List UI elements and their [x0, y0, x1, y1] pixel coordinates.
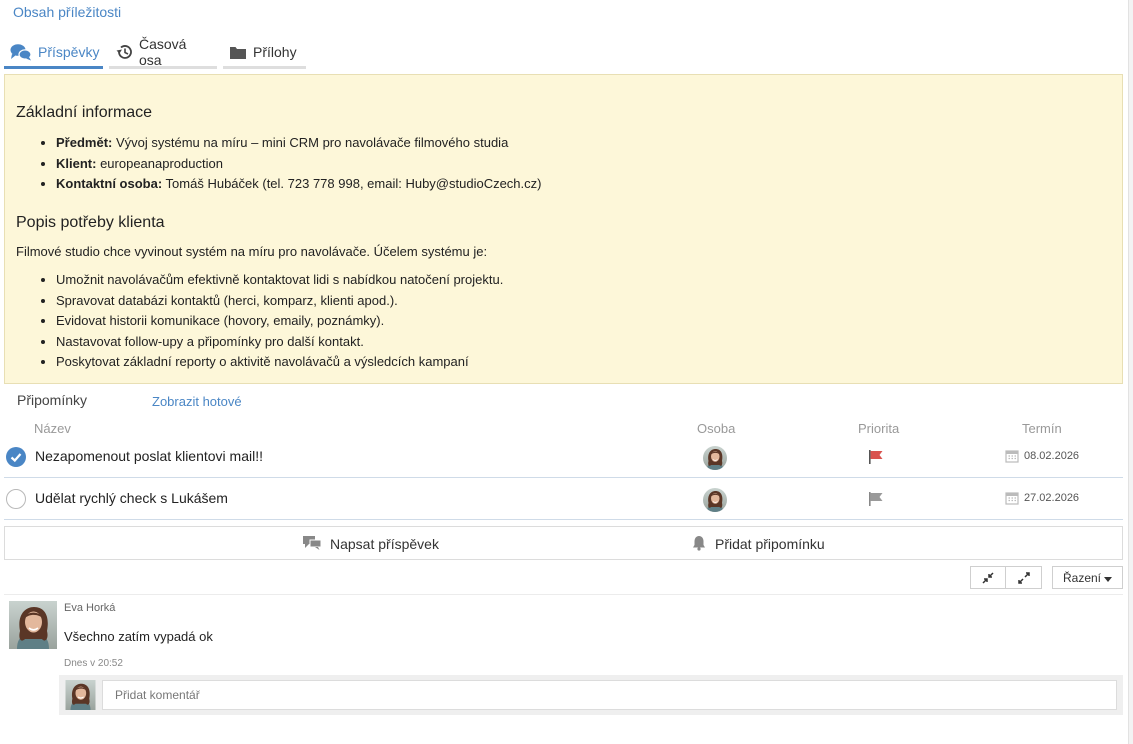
scrollbar[interactable] — [1128, 0, 1133, 744]
tab-timeline-label: Časová osa — [139, 36, 187, 68]
needs-item: Umožnit navolávačům efektivně kontaktova… — [56, 270, 503, 291]
comment-avatar — [65, 680, 96, 710]
page-title: Obsah příležitosti — [13, 4, 122, 20]
needs-item: Poskytovat základní reporty o aktivitě n… — [56, 352, 503, 373]
post-timestamp: Dnes v 20:52 — [64, 658, 123, 669]
check-icon — [10, 453, 22, 463]
column-header-priority: Priorita — [858, 421, 900, 436]
tab-attachments-label: Přílohy — [253, 44, 297, 60]
needs-heading: Popis potřeby klienta — [16, 214, 165, 231]
due-date: 08.02.2026 — [1024, 450, 1080, 462]
expand-button[interactable] — [1005, 566, 1042, 589]
reminder-title[interactable]: Nezapomenout poslat klientovi mail!! — [35, 448, 263, 464]
add-reminder-label: Přidat připomínku — [715, 536, 825, 552]
reminder-row[interactable]: Udělat rychlý check s Lukášem 27.02.2026 — [4, 478, 1123, 520]
history-icon — [115, 44, 133, 60]
avatar[interactable] — [703, 488, 727, 512]
expand-icon — [1017, 571, 1030, 584]
comment-input[interactable] — [102, 680, 1117, 710]
calendar-icon — [1005, 449, 1019, 466]
bell-icon — [691, 535, 707, 554]
comment-area — [59, 675, 1123, 715]
post-text: Všechno zatím vypadá ok — [64, 629, 213, 644]
checkbox-open[interactable] — [6, 489, 26, 509]
opportunity-info-box: Základní informace Předmět: Vývoj systém… — [4, 74, 1123, 384]
reminder-row[interactable]: Nezapomenout poslat klientovi mail!! 08.… — [4, 436, 1123, 478]
tab-posts[interactable]: Příspěvky — [4, 38, 103, 69]
priority-flag-icon[interactable] — [868, 450, 884, 467]
priority-flag-icon[interactable] — [868, 492, 884, 509]
needs-list: Umožnit navolávačům efektivně kontaktova… — [16, 270, 503, 373]
checkbox-done[interactable] — [6, 447, 26, 467]
needs-item: Nastavovat follow-upy a připomínky pro d… — [56, 332, 503, 353]
avatar[interactable] — [703, 446, 727, 470]
needs-intro: Filmové studio chce vyvinout systém na m… — [16, 244, 488, 259]
divider — [4, 594, 1123, 595]
add-reminder-button[interactable]: Přidat připomínku — [691, 527, 825, 561]
folder-icon — [229, 45, 247, 60]
tab-bar: Příspěvky Časová osa Přílohy — [4, 36, 306, 69]
action-bar: Napsat příspěvek Přidat připomínku — [4, 526, 1123, 560]
reminder-title[interactable]: Udělat rychlý check s Lukášem — [35, 490, 228, 506]
sort-dropdown[interactable]: Řazení — [1052, 566, 1123, 589]
due-date: 27.02.2026 — [1024, 492, 1080, 504]
basic-info-heading: Základní informace — [16, 104, 153, 121]
basic-info-item: Předmět: Vývoj systému na míru – mini CR… — [56, 133, 541, 154]
column-header-name: Název — [34, 421, 71, 436]
comments-icon — [10, 43, 32, 61]
post-author-avatar[interactable] — [9, 601, 57, 649]
compress-icon — [982, 571, 994, 584]
comments-icon — [302, 535, 322, 554]
sort-label: Řazení — [1062, 570, 1102, 585]
post-author[interactable]: Eva Horká — [64, 602, 115, 614]
tab-attachments[interactable]: Přílohy — [223, 38, 306, 69]
tab-timeline[interactable]: Časová osa — [109, 36, 217, 69]
calendar-icon — [1005, 491, 1019, 508]
reminders-heading: Připomínky — [17, 392, 88, 408]
show-done-link[interactable]: Zobrazit hotové — [152, 394, 242, 409]
column-header-due: Termín — [1022, 421, 1062, 436]
caret-down-icon — [1104, 571, 1113, 585]
basic-info-list: Předmět: Vývoj systému na míru – mini CR… — [16, 133, 541, 195]
tab-posts-label: Příspěvky — [38, 44, 100, 60]
needs-item: Evidovat historii komunikace (hovory, em… — [56, 311, 503, 332]
basic-info-item: Kontaktní osoba: Tomáš Hubáček (tel. 723… — [56, 174, 541, 195]
collapse-button[interactable] — [970, 566, 1006, 589]
write-post-label: Napsat příspěvek — [330, 536, 439, 552]
needs-item: Spravovat databázi kontaktů (herci, komp… — [56, 291, 503, 312]
basic-info-item: Klient: europeanaproduction — [56, 154, 541, 175]
write-post-button[interactable]: Napsat příspěvek — [302, 527, 439, 561]
column-header-person: Osoba — [697, 421, 736, 436]
